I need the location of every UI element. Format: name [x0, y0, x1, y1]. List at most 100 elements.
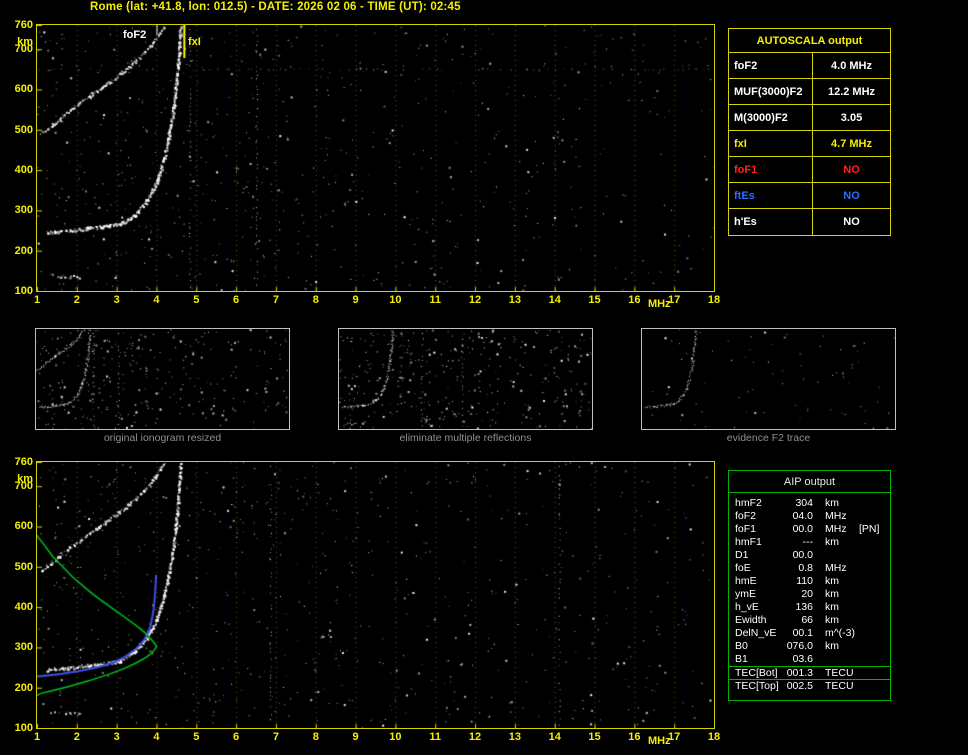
aip-row-unit: km: [825, 497, 839, 509]
aip-x-tick-label: 16: [628, 731, 641, 743]
aip-row-note: [855, 667, 890, 680]
aip-row-unit: MHz: [825, 510, 847, 522]
aip-x-tick-label: 9: [352, 731, 359, 743]
aip-row-unit: TECU: [825, 667, 854, 679]
aip-row-unit: km: [825, 575, 839, 587]
autoscala-row-value: NO: [843, 190, 860, 202]
autoscala-row-label: foF2: [729, 53, 813, 79]
aip-row-name: hmF2: [735, 497, 762, 509]
aip-row: h_vE 136 km: [729, 601, 890, 614]
main-x-tick-label: 2: [73, 294, 80, 306]
aip-row-name: ymE: [735, 588, 756, 600]
aip-row-name: B0: [735, 640, 748, 652]
aip-row-value: 00.1: [792, 627, 813, 639]
aip-row-note: [855, 653, 890, 666]
aip-y-tick-label: 500: [14, 560, 33, 573]
main-x-tick-label: 18: [707, 294, 721, 306]
aip-row: hmF2 304 km: [729, 497, 890, 510]
autoscala-row: foF2 4.0 MHz: [729, 53, 890, 79]
aip-x-tick-label: 14: [548, 731, 561, 743]
autoscala-row: ftEs NO: [729, 183, 890, 209]
aip-row-note: [855, 601, 890, 614]
main-x-tick-label: 6: [233, 294, 240, 306]
aip-row: foE 0.8 MHz: [729, 562, 890, 575]
aip-row: TEC[Bot] 001.3 TECU: [729, 666, 890, 679]
aip-row-name: Ewidth: [735, 614, 767, 626]
aip-row-note: [PN]: [859, 523, 880, 535]
aip-table-body: hmF2 304 km foF2 04.0 MHz foF1 00.0 MHz [PN] hmF1 -…: [729, 493, 890, 692]
aip-row-unit: [813, 653, 855, 666]
aip-row-value: 66: [801, 614, 813, 626]
aip-y-tick-label: 600: [14, 520, 33, 533]
aip-row-unit: m^(-3): [825, 627, 856, 639]
main-y-tick-label: 400: [14, 164, 33, 177]
aip-row: TEC[Top] 002.5 TECU: [729, 679, 890, 692]
autoscala-row: MUF(3000)F2 12.2 MHz: [729, 79, 890, 105]
aip-x-tick-label: 18: [707, 731, 721, 743]
main-x-tick-label: 5: [193, 294, 200, 306]
aip-row-value: 20: [801, 588, 813, 600]
aip-row-note: [855, 575, 890, 588]
autoscala-table-body: foF2 4.0 MHz MUF(3000)F2 12.2 MHz M(3000)F2 3…: [729, 53, 890, 235]
main-x-tick-label: 8: [312, 294, 319, 306]
aip-row-note: [855, 549, 890, 562]
main-ionogram-canvas: [37, 25, 714, 291]
thumbnail-caption-evidence: evidence F2 trace: [726, 432, 811, 444]
aip-row: DelN_vE 00.1 m^(-3): [729, 627, 890, 640]
aip-row-name: foE: [735, 562, 751, 574]
main-x-tick-label: 1: [33, 294, 41, 306]
aip-row-unit: [813, 549, 855, 562]
aip-row: foF1 00.0 MHz [PN]: [729, 523, 890, 536]
aip-row-note: [855, 562, 890, 575]
thumbnail-original-ionogram: [35, 328, 290, 430]
autoscala-row-label: M(3000)F2: [729, 105, 813, 131]
aip-header: AIP output: [729, 471, 890, 493]
aip-row-unit: km: [825, 588, 839, 600]
autoscala-row-value: 3.05: [840, 112, 863, 124]
aip-row-unit: MHz: [825, 523, 847, 535]
main-y-tick-label: 760: [14, 19, 33, 31]
main-x-tick-label: 7: [272, 294, 279, 306]
thumbnail-eliminate-reflections: [338, 328, 593, 430]
aip-x-tick-label: 12: [468, 731, 482, 743]
aip-row-note: [855, 536, 890, 549]
thumbnail-evidence-f2: [641, 328, 896, 430]
aip-row-value: 00.0: [792, 549, 813, 561]
aip-x-tick-label: 13: [508, 731, 521, 743]
aip-row: B1 03.6: [729, 653, 890, 666]
autoscala-row-value: NO: [843, 216, 860, 228]
main-x-tick-label: 9: [352, 294, 359, 306]
autoscala-row-value: 4.7 MHz: [831, 138, 872, 150]
aip-x-tick-label: 8: [312, 731, 319, 743]
aip-output-panel: AIP output hmF2 304 km foF2 04.0 MHz foF1 00.0 M…: [728, 470, 891, 701]
aip-x-tick-label: 7: [272, 731, 279, 743]
autoscala-row-value: 12.2 MHz: [827, 86, 876, 98]
main-y-unit-label: km: [17, 36, 33, 48]
autoscala-row-label: fxI: [729, 131, 813, 157]
main-x-tick-label: 14: [548, 294, 561, 306]
aip-row-unit: km: [825, 536, 839, 548]
aip-x-tick-label: 4: [153, 731, 160, 743]
autoscala-row-value: 4.0 MHz: [831, 60, 872, 72]
autoscala-row: fxI 4.7 MHz: [729, 131, 890, 157]
thumbnail-eliminate-canvas: [339, 329, 592, 429]
aip-y-tick-label: 200: [14, 681, 33, 694]
autoscala-row: h'Es NO: [729, 209, 890, 235]
aip-x-tick-label: 11: [429, 731, 442, 743]
aip-row-value: ---: [802, 536, 814, 548]
aip-row-value: 03.6: [792, 653, 813, 665]
aip-y-unit-label: km: [17, 473, 33, 485]
aip-row-note: [855, 680, 890, 693]
aip-row-name: foF2: [735, 510, 757, 522]
aip-row-value: 136: [795, 601, 813, 613]
aip-row-value: 04.0: [792, 510, 813, 522]
aip-row-note: [855, 627, 890, 640]
autoscala-header: AUTOSCALA output: [729, 29, 890, 53]
aip-row-note: [855, 588, 890, 601]
autoscala-row-label: MUF(3000)F2: [729, 79, 813, 105]
main-y-tick-label: 300: [14, 204, 33, 217]
aip-row: hmE 110 km: [729, 575, 890, 588]
aip-row: foF2 04.0 MHz: [729, 510, 890, 523]
thumbnail-original-canvas: [36, 329, 289, 429]
aip-row: hmF1 --- km: [729, 536, 890, 549]
